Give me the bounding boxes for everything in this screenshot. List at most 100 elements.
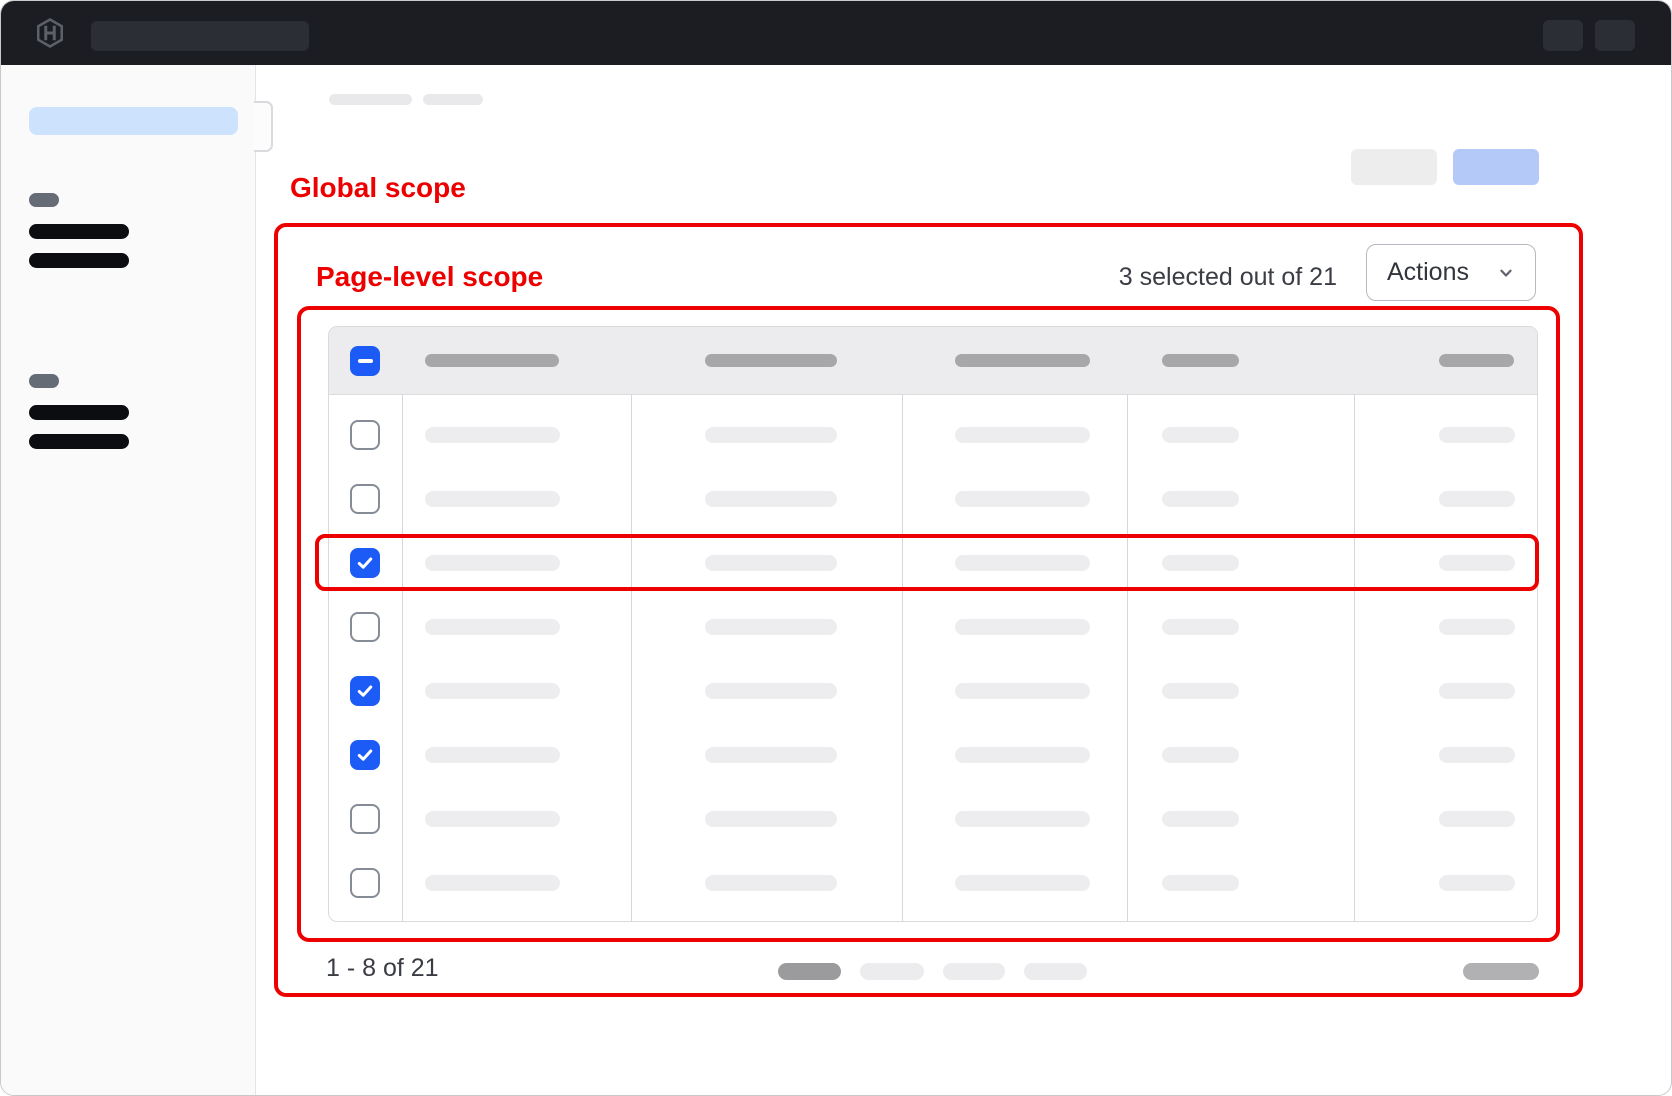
cell-placeholder (1439, 875, 1515, 891)
row-checkbox[interactable] (350, 548, 380, 578)
actions-button[interactable]: Actions (1366, 244, 1536, 301)
page-size-placeholder[interactable] (1463, 963, 1539, 980)
cell-placeholder (425, 555, 560, 571)
row-checkbox[interactable] (350, 484, 380, 514)
cell-placeholder (955, 811, 1090, 827)
pagination-control-placeholder-1[interactable] (778, 963, 841, 980)
check-icon (355, 553, 375, 573)
topbar-action-placeholder-2[interactable] (1595, 20, 1635, 51)
row-checkbox[interactable] (350, 612, 380, 642)
minus-icon (358, 359, 373, 363)
cell-placeholder (1439, 427, 1515, 443)
cell-placeholder (425, 619, 560, 635)
cell-placeholder (955, 875, 1090, 891)
row-checkbox[interactable] (350, 804, 380, 834)
check-icon (355, 745, 375, 765)
primary-button-placeholder[interactable] (1453, 149, 1539, 185)
column-header-placeholder-4 (1162, 354, 1239, 367)
check-icon (355, 681, 375, 701)
sidebar-item-3[interactable] (29, 405, 129, 420)
table-row (329, 531, 1537, 595)
cell-placeholder (1439, 811, 1515, 827)
pagination-range: 1 - 8 of 21 (326, 954, 439, 983)
sidebar-section-label-2 (29, 374, 59, 388)
cell-placeholder (1162, 875, 1239, 891)
sidebar-collapse-handle[interactable] (254, 101, 273, 152)
topbar (1, 1, 1672, 65)
row-checkbox[interactable] (350, 420, 380, 450)
sidebar-section-label-1 (29, 193, 59, 207)
cell-placeholder (425, 427, 560, 443)
cell-placeholder (955, 555, 1090, 571)
cell-placeholder (1162, 747, 1239, 763)
cell-placeholder (1439, 619, 1515, 635)
breadcrumb-item-2[interactable] (423, 94, 483, 105)
global-search-placeholder[interactable] (91, 21, 309, 51)
breadcrumb-item-1[interactable] (329, 94, 412, 105)
table-row (329, 851, 1537, 915)
cell-placeholder (425, 875, 560, 891)
cell-placeholder (705, 811, 837, 827)
cell-placeholder (705, 619, 837, 635)
cell-placeholder (705, 427, 837, 443)
column-header-placeholder-2 (705, 354, 837, 367)
cell-placeholder (425, 811, 560, 827)
sidebar (1, 65, 256, 1096)
table-row (329, 403, 1537, 467)
table-row (329, 723, 1537, 787)
cell-placeholder (705, 875, 837, 891)
cell-placeholder (705, 683, 837, 699)
app-frame: Global scope Page-level scope Row-level … (0, 0, 1672, 1096)
chevron-down-icon (1497, 264, 1515, 282)
secondary-button-placeholder[interactable] (1351, 149, 1437, 185)
data-table (328, 326, 1538, 922)
sidebar-item-4[interactable] (29, 434, 129, 449)
column-header-placeholder-1 (425, 354, 559, 367)
page-level-scope-label: Page-level scope (316, 262, 543, 293)
cell-placeholder (705, 747, 837, 763)
row-checkbox[interactable] (350, 868, 380, 898)
table-header-row (329, 327, 1537, 395)
cell-placeholder (955, 747, 1090, 763)
actions-button-label: Actions (1387, 258, 1469, 287)
select-all-checkbox[interactable] (350, 346, 380, 376)
table-row (329, 467, 1537, 531)
sidebar-item-1[interactable] (29, 224, 129, 239)
global-scope-label: Global scope (290, 173, 466, 204)
sidebar-item-2[interactable] (29, 253, 129, 268)
pagination-control-placeholder-3[interactable] (943, 963, 1005, 980)
cell-placeholder (1162, 683, 1239, 699)
cell-placeholder (1162, 811, 1239, 827)
sidebar-active-item[interactable] (29, 107, 238, 135)
cell-placeholder (1162, 555, 1239, 571)
row-checkbox[interactable] (350, 740, 380, 770)
table-body (329, 395, 1537, 915)
cell-placeholder (1439, 747, 1515, 763)
cell-placeholder (705, 555, 837, 571)
cell-placeholder (1162, 427, 1239, 443)
column-header-placeholder-5 (1439, 354, 1514, 367)
selection-summary: 3 selected out of 21 (1119, 263, 1337, 292)
cell-placeholder (955, 619, 1090, 635)
cell-placeholder (1439, 683, 1515, 699)
table-row (329, 659, 1537, 723)
cell-placeholder (955, 427, 1090, 443)
pagination-control-placeholder-2[interactable] (860, 963, 924, 980)
cell-placeholder (1162, 491, 1239, 507)
table-row (329, 787, 1537, 851)
pagination-control-placeholder-4[interactable] (1024, 963, 1087, 980)
cell-placeholder (1162, 619, 1239, 635)
table-row (329, 595, 1537, 659)
column-header-placeholder-3 (955, 354, 1090, 367)
cell-placeholder (425, 747, 560, 763)
row-checkbox[interactable] (350, 676, 380, 706)
cell-placeholder (955, 491, 1090, 507)
cell-placeholder (425, 683, 560, 699)
cell-placeholder (705, 491, 837, 507)
cell-placeholder (425, 491, 560, 507)
cell-placeholder (955, 683, 1090, 699)
hashicorp-logo-icon (35, 18, 65, 48)
cell-placeholder (1439, 555, 1515, 571)
cell-placeholder (1439, 491, 1515, 507)
topbar-action-placeholder-1[interactable] (1543, 20, 1583, 51)
